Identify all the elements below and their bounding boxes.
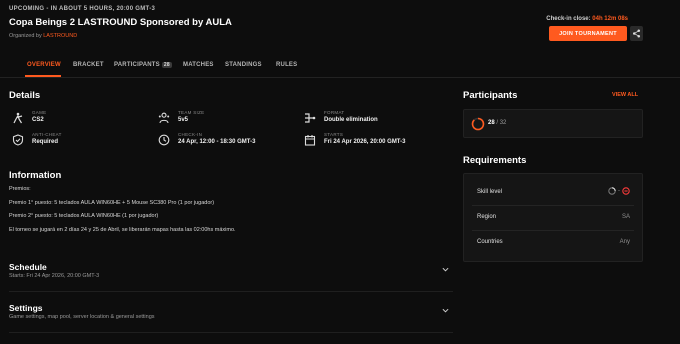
info-line: Premio 1° puesto: 5 teclados AULA WIN60H… [9, 200, 215, 206]
tab-bracket[interactable]: BRACKET [73, 62, 104, 68]
requirement-countries: Countries Any [464, 230, 642, 255]
info-line: El torneo se jugará en 2 días 24 y 25 de… [9, 227, 236, 233]
settings-subtitle: Game settings, map pool, server location… [9, 314, 155, 320]
requirements-heading: Requirements [463, 155, 527, 166]
page-title: Copa Beings 2 LASTROUND Sponsored by AUL… [9, 17, 232, 28]
organized-by-label: Organized by [9, 33, 42, 39]
requirements-card: Skill level - Region SA Countries Any [463, 173, 643, 262]
section-divider [9, 291, 453, 292]
detail-game-value: CS2 [32, 117, 44, 123]
active-tab-indicator [25, 75, 61, 77]
schedule-section[interactable]: Schedule Starts: Fri 24 Apr 2026, 20:00 … [9, 262, 453, 288]
schedule-heading: Schedule [9, 262, 47, 272]
detail-checkin-value: 24 Apr, 12:00 - 18:30 GMT-3 [178, 139, 256, 145]
participants-card: 28 / 32 [463, 109, 643, 138]
tournament-status: UPCOMING - IN ABOUT 5 HOURS, 20:00 GMT-3 [9, 6, 156, 12]
requirement-key: Region [477, 214, 497, 220]
join-tournament-button[interactable]: JOIN TOURNAMENT [549, 26, 627, 41]
requirement-skill-level: Skill level - [464, 180, 642, 205]
tab-bar: OVERVIEW BRACKET PARTICIPANTS 28 MATCHES … [0, 56, 680, 78]
settings-section[interactable]: Settings Game settings, map pool, server… [9, 303, 453, 329]
tab-rules[interactable]: RULES [276, 62, 297, 68]
participants-total: / 32 [496, 120, 507, 126]
detail-format-value: Double elimination [324, 117, 378, 123]
skill-level-max-icon [622, 187, 630, 195]
checkin-countdown: 04h 12m 08s [592, 16, 628, 22]
tab-participants-label: PARTICIPANTS [114, 62, 160, 68]
checkin-close: Check-in close: 04h 12m 08s [546, 16, 628, 22]
section-divider [9, 332, 453, 333]
participants-progress-ring [471, 117, 485, 131]
requirement-key: Skill level [477, 189, 503, 195]
detail-game: GAME CS2 [12, 110, 46, 125]
participants-registered: 28 [488, 120, 495, 126]
detail-checkin: CHECK-IN 24 Apr, 12:00 - 18:30 GMT-3 [158, 132, 255, 147]
requirement-region: Region SA [464, 205, 642, 230]
crosshair-player-icon [13, 112, 23, 124]
tab-matches[interactable]: MATCHES [183, 62, 214, 68]
detail-team-size: TEAM SIZE 5v5 [158, 110, 204, 125]
details-heading: Details [9, 90, 41, 101]
tab-participants[interactable]: PARTICIPANTS 28 [114, 62, 172, 68]
calendar-icon [304, 135, 316, 146]
detail-format: FORMAT Double elimination [304, 110, 378, 125]
requirement-value: Any [619, 239, 630, 245]
participants-heading: Participants [463, 90, 518, 101]
share-icon [632, 29, 641, 38]
skill-level-min-icon [608, 187, 616, 195]
skill-level-range: - [608, 187, 630, 195]
bracket-format-icon [305, 113, 316, 123]
tab-overview[interactable]: OVERVIEW [27, 62, 61, 68]
share-button[interactable] [630, 26, 643, 41]
shield-icon [12, 134, 24, 146]
schedule-subtitle: Starts: Fri 24 Apr 2026, 20:00 GMT-3 [9, 273, 100, 279]
tab-standings[interactable]: STANDINGS [225, 62, 262, 68]
participants-count-badge: 28 [161, 62, 172, 68]
detail-starts: STARTS Fri 24 Apr 2026, 20:00 GMT-3 [304, 132, 405, 147]
checkin-label: Check-in close: [546, 16, 591, 22]
organizer-line: Organized by LASTROUND [9, 33, 77, 39]
chevron-down-icon [442, 267, 449, 272]
clock-icon [158, 134, 170, 146]
detail-starts-value: Fri 24 Apr 2026, 20:00 GMT-3 [324, 139, 406, 145]
organizer-link[interactable]: LASTROUND [43, 33, 77, 39]
detail-team-size-value: 5v5 [178, 117, 189, 123]
team-icon [158, 112, 170, 124]
info-line: Premio 2° puesto: 5 teclados AULA WIN60H… [9, 213, 159, 219]
information-heading: Information [9, 170, 62, 181]
requirement-value: SA [621, 214, 630, 220]
info-line: Premios: [9, 186, 31, 192]
chevron-down-icon [442, 308, 449, 313]
detail-anticheat: ANTI-CHEAT Required [12, 132, 62, 147]
view-all-link[interactable]: VIEW ALL [612, 92, 638, 98]
requirement-key: Countries [477, 239, 503, 245]
participants-count: 28 / 32 [488, 120, 506, 126]
detail-anticheat-value: Required [32, 139, 59, 145]
settings-heading: Settings [9, 303, 43, 313]
